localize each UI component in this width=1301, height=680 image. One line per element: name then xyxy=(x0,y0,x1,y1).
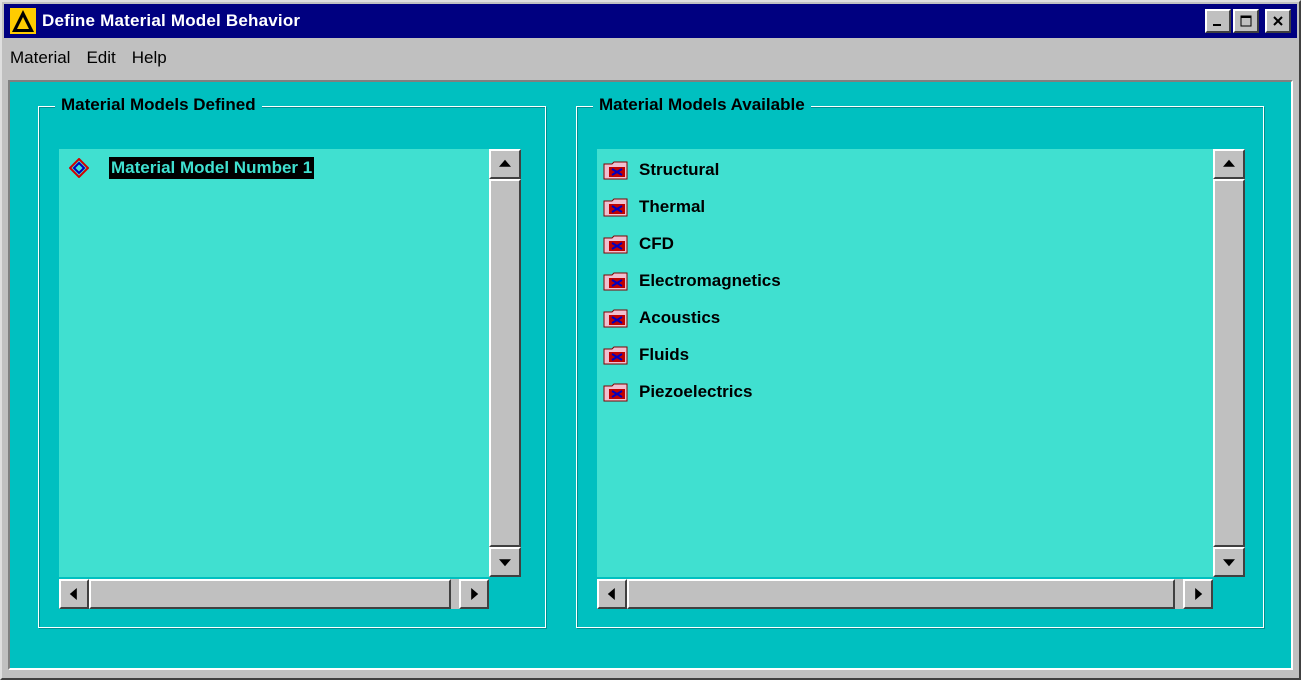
folder-icon xyxy=(603,235,628,254)
list-item-label: Acoustics xyxy=(639,308,721,327)
list-item-label: Fluids xyxy=(639,345,690,364)
available-models-group: Material Models Available Structural The… xyxy=(576,95,1264,628)
scroll-thumb[interactable] xyxy=(627,579,1175,609)
available-vertical-scrollbar[interactable] xyxy=(1213,149,1245,577)
material-model-diamond-icon xyxy=(69,158,89,178)
scroll-thumb[interactable] xyxy=(1213,179,1245,547)
list-item[interactable]: Material Model Number 1 xyxy=(69,157,315,179)
title-bar[interactable]: Define Material Model Behavior xyxy=(4,4,1297,38)
arrow-right-icon xyxy=(471,588,479,600)
list-item[interactable]: Structural xyxy=(603,159,721,181)
available-models-title: Material Models Available xyxy=(593,95,811,115)
folder-icon xyxy=(603,161,628,180)
arrow-up-icon xyxy=(1223,159,1235,167)
arrow-up-icon xyxy=(499,159,511,167)
arrow-right-icon xyxy=(1195,588,1203,600)
menu-edit[interactable]: Edit xyxy=(78,48,123,68)
scroll-left-button[interactable] xyxy=(59,579,89,609)
list-item-label: Structural xyxy=(639,160,720,179)
list-item-label: Electromagnetics xyxy=(639,271,781,290)
scroll-up-button[interactable] xyxy=(489,149,521,179)
folder-icon xyxy=(603,383,628,402)
scroll-thumb[interactable] xyxy=(489,179,521,547)
ansys-logo-icon xyxy=(10,8,36,34)
scroll-down-button[interactable] xyxy=(489,547,521,577)
window-controls xyxy=(1205,9,1291,33)
list-item-label: Piezoelectrics xyxy=(639,382,753,401)
scroll-right-button[interactable] xyxy=(459,579,489,609)
close-icon xyxy=(1273,16,1283,26)
list-item[interactable]: CFD xyxy=(603,233,676,255)
arrow-left-icon xyxy=(607,588,615,600)
scroll-up-button[interactable] xyxy=(1213,149,1245,179)
defined-vertical-scrollbar[interactable] xyxy=(489,149,521,577)
folder-icon xyxy=(603,198,628,217)
list-item[interactable]: Acoustics xyxy=(603,307,722,329)
maximize-button[interactable] xyxy=(1233,9,1259,33)
list-item[interactable]: Piezoelectrics xyxy=(603,381,754,403)
folder-icon xyxy=(603,309,628,328)
client-area: Material Models Defined Material Model N… xyxy=(8,80,1293,670)
list-item-label: CFD xyxy=(639,234,674,253)
arrow-left-icon xyxy=(69,588,77,600)
folder-icon xyxy=(603,346,628,365)
material-model-window: Define Material Model Behavior Material … xyxy=(0,0,1301,680)
window-title: Define Material Model Behavior xyxy=(42,11,301,30)
arrow-down-icon xyxy=(1223,559,1235,567)
list-item-label: Material Model Number 1 xyxy=(109,157,315,179)
defined-models-group: Material Models Defined Material Model N… xyxy=(38,95,546,628)
defined-models-title: Material Models Defined xyxy=(55,95,262,115)
list-item[interactable]: Electromagnetics xyxy=(603,270,783,292)
folder-icon xyxy=(603,272,628,291)
menu-bar: Material Edit Help xyxy=(4,44,1297,72)
scroll-right-button[interactable] xyxy=(1183,579,1213,609)
scroll-down-button[interactable] xyxy=(1213,547,1245,577)
close-button[interactable] xyxy=(1265,9,1291,33)
menu-help[interactable]: Help xyxy=(124,48,175,68)
maximize-icon xyxy=(1240,15,1252,27)
defined-models-list[interactable]: Material Model Number 1 xyxy=(59,149,489,577)
minimize-button[interactable] xyxy=(1205,9,1231,33)
arrow-down-icon xyxy=(499,559,511,567)
scroll-left-button[interactable] xyxy=(597,579,627,609)
available-horizontal-scrollbar[interactable] xyxy=(597,579,1213,609)
list-item[interactable]: Thermal xyxy=(603,196,707,218)
list-item-label: Thermal xyxy=(639,197,706,216)
scroll-thumb[interactable] xyxy=(89,579,451,609)
defined-horizontal-scrollbar[interactable] xyxy=(59,579,489,609)
list-item[interactable]: Fluids xyxy=(603,344,691,366)
menu-material[interactable]: Material xyxy=(4,48,78,68)
minimize-icon xyxy=(1213,24,1221,26)
available-models-list[interactable]: Structural Thermal CFD Electromagnetics … xyxy=(597,149,1213,577)
